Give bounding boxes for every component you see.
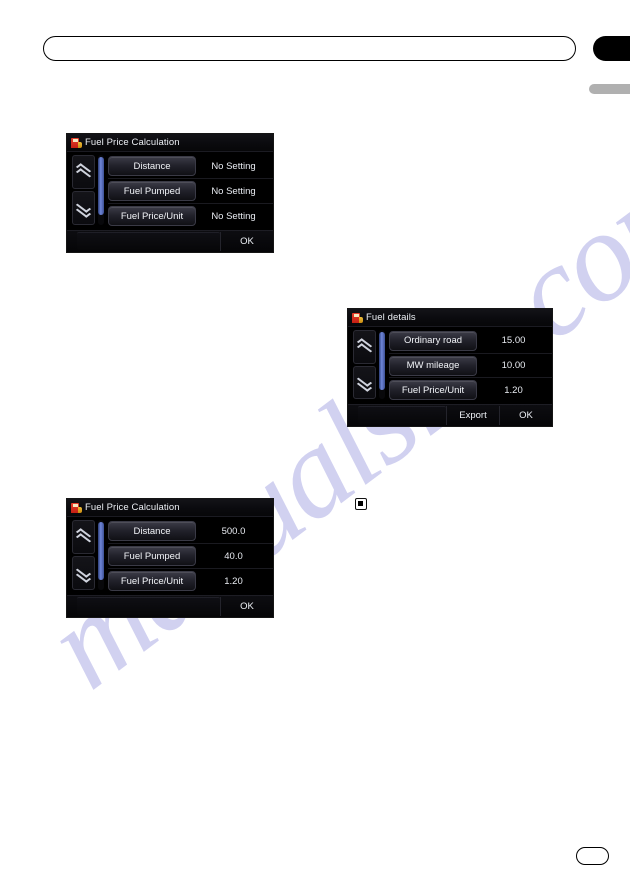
panel-body: Distance No Setting Fuel Pumped No Setti… xyxy=(67,152,273,228)
scrollbar-thumb[interactable] xyxy=(98,522,104,580)
row-key-button[interactable]: Fuel Pumped xyxy=(108,546,196,566)
panel-title-bar: Fuel details xyxy=(348,309,552,327)
row-key-button[interactable]: Distance xyxy=(108,521,196,541)
row-key-button[interactable]: Distance xyxy=(108,156,196,176)
row-key-button[interactable]: MW mileage xyxy=(389,355,477,376)
fuel-pump-icon xyxy=(352,312,363,324)
row-value: No Setting xyxy=(211,185,256,197)
row-value: 15.00 xyxy=(501,335,526,347)
row-value: 10.00 xyxy=(501,360,526,371)
row-value: 40.0 xyxy=(224,550,243,562)
scrollbar-track[interactable] xyxy=(98,520,104,590)
export-button[interactable]: Export xyxy=(446,406,499,425)
panel-body: Distance 500.0 Fuel Pumped 40.0 Fuel Pri… xyxy=(67,517,273,593)
row-key-button[interactable]: Ordinary road xyxy=(389,330,477,351)
scroll-down-button[interactable] xyxy=(72,556,95,590)
scroll-up-icon xyxy=(75,528,92,545)
scroll-up-icon xyxy=(75,163,92,180)
side-section-tab xyxy=(589,84,630,94)
panel-fuel-price-calculation-filled: Fuel Price Calculation Distance 500.0 Fu… xyxy=(67,499,273,617)
page-number-badge xyxy=(576,847,609,865)
row-value: 1.20 xyxy=(504,384,523,396)
row-value: No Setting xyxy=(211,160,256,172)
scrollbar-track[interactable] xyxy=(379,330,385,399)
settings-list: Distance 500.0 Fuel Pumped 40.0 Fuel Pri… xyxy=(108,517,273,593)
ok-button[interactable]: OK xyxy=(220,597,273,616)
settings-list: Ordinary road 15.00 MW mileage 10.00 Fue… xyxy=(389,327,552,402)
list-item[interactable]: Distance 500.0 xyxy=(108,519,273,544)
row-key-button[interactable]: Fuel Price/Unit xyxy=(389,380,477,401)
footer-spacer xyxy=(358,405,446,424)
settings-list: Distance No Setting Fuel Pumped No Setti… xyxy=(108,152,273,228)
header-chapter-tab xyxy=(593,36,630,61)
panel-footer: Export OK xyxy=(348,404,552,426)
panel-fuel-details: Fuel details Ordinary road 15.00 MW mile… xyxy=(348,309,552,426)
list-item[interactable]: MW mileage 10.00 xyxy=(389,354,552,379)
ok-button[interactable]: OK xyxy=(499,406,552,425)
fuel-pump-icon xyxy=(71,137,82,149)
scrollbar-thumb[interactable] xyxy=(379,332,385,390)
scroll-up-button[interactable] xyxy=(353,330,376,364)
header-title-bar xyxy=(43,36,576,61)
scroll-down-icon xyxy=(75,200,92,218)
scroll-up-icon xyxy=(356,337,373,355)
scroll-down-icon xyxy=(356,374,373,393)
row-value: 1.20 xyxy=(224,575,243,587)
panel-title-text: Fuel details xyxy=(366,311,416,323)
panel-footer: OK xyxy=(67,595,273,617)
panel-title-text: Fuel Price Calculation xyxy=(85,136,180,148)
footer-spacer xyxy=(77,596,220,615)
list-item[interactable]: Fuel Pumped No Setting xyxy=(108,179,273,204)
list-item[interactable]: Fuel Price/Unit 1.20 xyxy=(108,569,273,593)
footer-spacer xyxy=(77,231,220,250)
scroll-controls xyxy=(67,152,97,228)
square-bullet-marker xyxy=(355,498,367,510)
panel-title-text: Fuel Price Calculation xyxy=(85,501,180,513)
row-key-button[interactable]: Fuel Pumped xyxy=(108,181,196,201)
scroll-controls xyxy=(67,517,97,593)
panel-body: Ordinary road 15.00 MW mileage 10.00 Fue… xyxy=(348,327,552,402)
panel-fuel-price-calculation-initial: Fuel Price Calculation Distance No Setti… xyxy=(67,134,273,252)
scroll-down-button[interactable] xyxy=(353,365,376,399)
scrollbar-track[interactable] xyxy=(98,155,104,225)
scroll-up-button[interactable] xyxy=(72,155,95,189)
scroll-up-button[interactable] xyxy=(72,520,95,554)
scroll-down-button[interactable] xyxy=(72,191,95,225)
panel-title-bar: Fuel Price Calculation xyxy=(67,499,273,517)
ok-button[interactable]: OK xyxy=(220,232,273,251)
scrollbar-thumb[interactable] xyxy=(98,157,104,215)
row-value: No Setting xyxy=(211,210,256,222)
list-item[interactable]: Fuel Pumped 40.0 xyxy=(108,544,273,569)
list-item[interactable]: Fuel Price/Unit 1.20 xyxy=(389,378,552,402)
document-page: manualslib.com Fuel Price Calculation Di… xyxy=(0,0,630,893)
list-item[interactable]: Ordinary road 15.00 xyxy=(389,329,552,354)
panel-footer: OK xyxy=(67,230,273,252)
scroll-down-icon xyxy=(75,565,92,583)
panel-title-bar: Fuel Price Calculation xyxy=(67,134,273,152)
row-key-button[interactable]: Fuel Price/Unit xyxy=(108,206,196,226)
row-key-button[interactable]: Fuel Price/Unit xyxy=(108,571,196,591)
scroll-controls xyxy=(348,327,378,402)
list-item[interactable]: Fuel Price/Unit No Setting xyxy=(108,204,273,228)
fuel-pump-icon xyxy=(71,502,82,514)
row-value: 500.0 xyxy=(221,525,246,537)
list-item[interactable]: Distance No Setting xyxy=(108,154,273,179)
